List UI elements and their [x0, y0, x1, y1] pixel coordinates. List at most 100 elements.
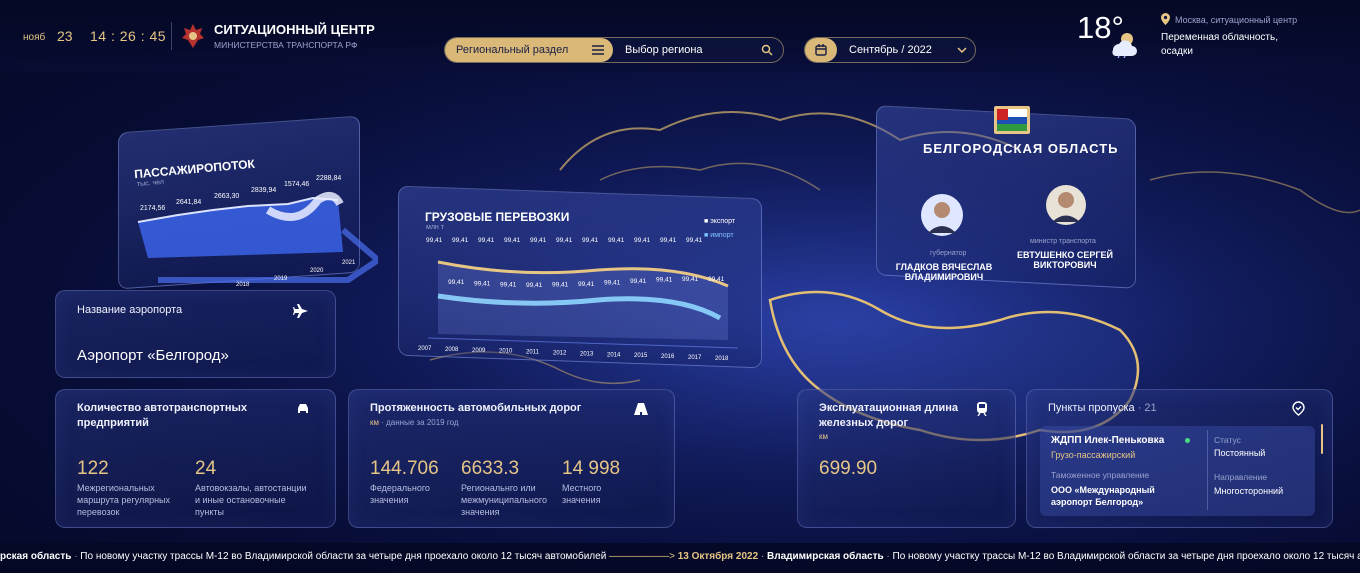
section-label: Региональный раздел — [456, 44, 569, 56]
cargo-year: 2018 — [715, 356, 729, 362]
cargo-export-label: 99,41 — [452, 237, 469, 244]
rail-value: 699.90 — [819, 458, 878, 479]
cargo-year: 2013 — [580, 351, 594, 357]
passenger-year-3: 2020 — [310, 268, 324, 274]
period-select[interactable]: Сентябрь / 2022 — [804, 37, 976, 63]
cloud-rain-icon — [1112, 33, 1137, 58]
cargo-export-label: 99,41 — [660, 237, 677, 244]
cargo-title: ГРУЗОВЫЕ ПЕРЕВОЗКИ — [425, 210, 570, 224]
enterprises-title: Количество автотранспортных предприятий — [77, 402, 248, 429]
cargo-year: 2016 — [661, 354, 675, 360]
cargo-export-label: 99,41 — [686, 237, 703, 244]
roads-desc-3: Местного значения — [562, 483, 602, 505]
divider — [171, 22, 172, 50]
cargo-export-label: 99,41 — [608, 237, 625, 244]
cargo-year: 2014 — [607, 352, 621, 358]
roads-title: Протяженность автомобильных дорог — [370, 402, 582, 414]
search-icon[interactable] — [761, 44, 773, 56]
enterprises-value-1: 122 — [77, 458, 109, 479]
calendar-icon — [815, 44, 827, 56]
rail-card: Эксплуатационная длина железных дорог км … — [797, 389, 1016, 528]
cargo-year: 2011 — [526, 350, 540, 356]
passenger-year-1: 2018 — [236, 282, 250, 288]
ticker-region-b: Владимирская область — [767, 551, 884, 562]
date-month: нояб — [23, 32, 46, 43]
rail-unit: км — [819, 432, 828, 441]
cargo-year: 2012 — [553, 351, 567, 357]
roads-unit: км · данные за 2019 год — [370, 418, 459, 427]
cargo-year: 2015 — [634, 353, 648, 359]
passenger-value-5: 1574,46 — [284, 181, 309, 188]
cargo-chart: 99,41 99,41 99,41 99,41 99,41 99,41 99,41 99,41… — [418, 237, 739, 362]
weather-desc-2: осадки — [1161, 46, 1193, 57]
status-label: Статус — [1214, 435, 1241, 445]
cargo-export-label: 99,41 — [426, 237, 443, 244]
train-icon — [977, 402, 987, 416]
cargo-year: 2008 — [445, 347, 459, 353]
customs-value: ООО «Международный аэропорт Белгород» — [1051, 485, 1155, 507]
airport-card[interactable]: Название аэропорта Аэропорт «Белгород» — [55, 290, 336, 378]
cargo-year: 2009 — [472, 348, 486, 354]
scrollbar[interactable] — [1321, 424, 1323, 454]
airport-name: Аэропорт «Белгород» — [77, 347, 229, 364]
cargo-import-label: 99,41 — [604, 279, 621, 286]
cargo-export-label: 99,41 — [530, 237, 547, 244]
clock: 14 : 26 : 45 — [90, 28, 167, 44]
cargo-import-label: 99,41 — [448, 279, 465, 286]
region-search-bar: Региональный раздел Выбор региона — [444, 37, 784, 63]
cargo-import-label: 99,41 — [630, 278, 647, 285]
roads-card: Протяженность автомобильных дорог км · д… — [348, 389, 675, 528]
checkpoints-title: Пункты пропуска · 21 — [1048, 402, 1157, 414]
governor-avatar[interactable] — [920, 193, 964, 237]
cargo-import-label: 99,41 — [708, 276, 725, 283]
cargo-import-label: 99,41 — [474, 280, 491, 287]
app-title: СИТУАЦИОННЫЙ ЦЕНТР — [214, 22, 375, 37]
region-select-input[interactable]: Выбор региона — [625, 44, 703, 56]
cargo-export-label: 99,41 — [478, 237, 495, 244]
passenger-value-6: 2288,84 — [316, 175, 341, 182]
enterprises-desc-1: Межрегиональных маршрута регулярных перево… — [77, 483, 171, 517]
cargo-import-label: 99,41 — [552, 282, 569, 289]
governor-role: губернатор — [930, 250, 967, 257]
menu-icon[interactable] — [592, 45, 604, 55]
enterprises-desc-2: Автовокзалы, автостанции и иные остановоч… — [195, 483, 307, 517]
cargo-import-label: 99,41 — [682, 276, 699, 283]
ticker-region-a: рская область — [0, 551, 72, 562]
date-day: 23 — [57, 28, 73, 44]
region-name: БЕЛГОРОДСКАЯ ОБЛАСТЬ — [923, 141, 1119, 156]
car-icon — [298, 404, 308, 413]
roads-value-3: 14 998 — [562, 458, 621, 479]
passenger-value-4: 2839,94 — [251, 187, 276, 194]
cargo-year: 2007 — [418, 346, 432, 352]
cargo-year: 2010 — [499, 349, 513, 355]
shield-check-icon — [1292, 401, 1305, 416]
period-label: Сентябрь / 2022 — [849, 44, 932, 56]
emblem-icon — [182, 24, 204, 48]
cargo-export-label: 99,41 — [634, 237, 651, 244]
status-value: Постоянный — [1214, 448, 1266, 458]
passenger-value-2: 2641,84 — [176, 199, 201, 206]
direction-value: Многосторонний — [1214, 486, 1284, 496]
cargo-year: 2017 — [688, 355, 702, 361]
governor-name: ГЛАДКОВ ВЯЧЕСЛАВ ВЛАДИМИРОВИЧ — [895, 262, 993, 282]
minister-avatar[interactable] — [1045, 184, 1087, 226]
customs-label: Таможенное управление — [1051, 470, 1150, 480]
cargo-export-label: 99,41 — [504, 237, 521, 244]
ticker-text-a: По новому участку трассы М-12 во Владими… — [80, 551, 607, 562]
passenger-year-2: 2019 — [274, 276, 288, 282]
airport-label: Название аэропорта — [77, 304, 183, 316]
rail-title: Эксплуатационная длина железных дорог — [819, 402, 959, 429]
cargo-export-label: 99,41 — [582, 237, 599, 244]
news-ticker: рская область · По новому участку трассы… — [0, 543, 1360, 573]
enterprises-value-2: 24 — [195, 458, 217, 479]
roads-desc-2: Региональнго или межмуниципального значени… — [461, 483, 547, 517]
plane-icon — [293, 304, 308, 318]
passenger-chart: 2174,56 2641,84 2663,30 2839,94 1574,46 … — [137, 175, 378, 288]
minister-role: министр транспорта — [1030, 238, 1096, 245]
roads-desc-1: Федерального значения — [370, 483, 430, 505]
cargo-import-label: 99,41 — [578, 281, 595, 288]
ticker-date: 13 Октября 2022 — [677, 551, 759, 562]
legend-export: ■ экспорт — [704, 218, 736, 225]
roads-value-1: 144.706 — [370, 458, 439, 479]
direction-label: Направление — [1214, 472, 1268, 482]
